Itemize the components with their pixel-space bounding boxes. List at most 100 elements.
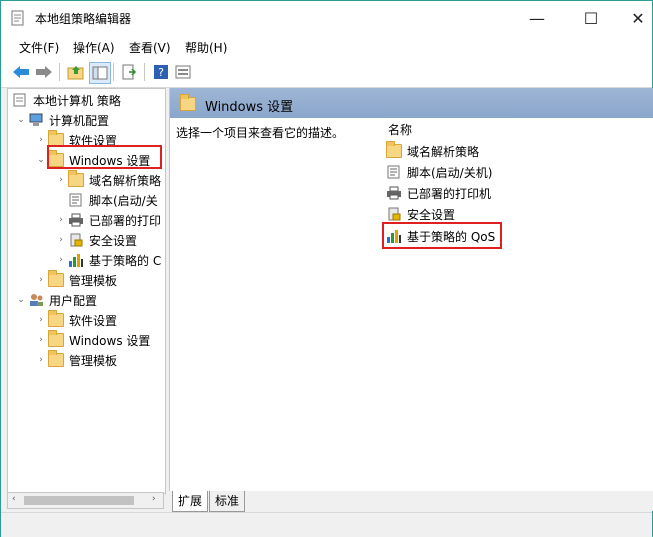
properties-icon	[175, 65, 191, 79]
toolbar: ?	[1, 57, 652, 88]
expand-arrow-icon[interactable]: ›	[54, 255, 68, 265]
scrollbar-thumb[interactable]	[24, 496, 134, 505]
app-window: 本地组策略编辑器 — ☐ ✕ 文件(F) 操作(A) 查看(V) 帮助(H) ?	[0, 0, 653, 537]
export-list-button[interactable]	[119, 62, 139, 82]
menu-action[interactable]: 操作(A)	[73, 39, 115, 56]
security-icon	[70, 233, 83, 247]
printer-icon	[387, 186, 401, 200]
menu-view[interactable]: 查看(V)	[129, 39, 171, 56]
show-tree-button[interactable]	[89, 62, 111, 84]
expand-arrow-icon[interactable]: ›	[34, 275, 48, 285]
collapse-arrow-icon[interactable]: ⌄	[14, 295, 28, 305]
tree-item-printers[interactable]: › 已部署的打印	[54, 210, 161, 230]
highlight-box-windows-settings	[47, 145, 162, 169]
users-icon	[30, 294, 43, 306]
tree-label-qos: 基于策略的 C	[89, 253, 162, 268]
list-label: 安全设置	[407, 207, 456, 222]
expand-arrow-icon[interactable]: ›	[34, 315, 48, 325]
list-label: 脚本(启动/关机)	[407, 165, 493, 180]
console-tree: 本地计算机 策略 ⌄ 计算机配置 › 软件设置 ⌄ Windows 设置 › 域…	[7, 88, 166, 494]
list-item-dns-policy[interactable]: 域名解析策略	[386, 141, 479, 161]
folder-icon	[48, 330, 64, 347]
collapse-arrow-icon[interactable]: ⌄	[14, 115, 28, 125]
expand-arrow-icon[interactable]: ›	[54, 235, 68, 245]
svg-text:?: ?	[158, 66, 164, 79]
toolbar-separator	[113, 63, 114, 81]
console-tree-icon	[92, 66, 108, 80]
tree-label-user-windows: Windows 设置	[69, 333, 151, 348]
properties-button[interactable]	[173, 62, 193, 82]
tree-item-user-software[interactable]: › 软件设置	[34, 310, 117, 330]
expand-arrow-icon[interactable]: ›	[34, 135, 48, 145]
back-arrow-icon	[13, 66, 29, 78]
view-tabs: 扩展 标准	[169, 491, 653, 512]
tree-label-scripts: 脚本(启动/关	[89, 193, 158, 208]
maximize-button[interactable]: ☐	[568, 1, 614, 35]
close-button[interactable]: ✕	[615, 1, 653, 35]
details-header-title: Windows 设置	[205, 100, 294, 115]
tab-extended[interactable]: 扩展	[172, 491, 209, 512]
scroll-left-arrow-icon[interactable]: ‹	[12, 494, 16, 504]
tree-label-computer-config: 计算机配置	[49, 113, 110, 128]
help-icon: ?	[154, 65, 168, 79]
tree-label-printers: 已部署的打印	[89, 213, 162, 228]
tree-item-dns-policy[interactable]: › 域名解析策略	[54, 170, 161, 190]
folder-icon	[48, 270, 64, 287]
tree-label-user-admin: 管理模板	[69, 353, 118, 368]
tree-item-qos[interactable]: › 基于策略的 C	[54, 250, 161, 270]
toolbar-separator	[59, 63, 60, 81]
policy-editor-icon	[11, 10, 24, 26]
tree-item-scripts[interactable]: 脚本(启动/关	[68, 190, 158, 210]
tree-label-dns-policy: 域名解析策略	[89, 173, 162, 188]
up-folder-button[interactable]	[66, 62, 86, 82]
list-item-scripts[interactable]: 脚本(启动/关机)	[386, 162, 492, 182]
folder-icon	[68, 170, 84, 187]
highlight-box-qos	[382, 222, 502, 249]
column-header-name[interactable]: 名称	[388, 121, 412, 138]
policy-document-icon	[13, 93, 26, 107]
tree-item-admin-templates[interactable]: › 管理模板	[34, 270, 117, 290]
tree-item-user-admin[interactable]: › 管理模板	[34, 350, 117, 370]
toolbar-separator	[144, 63, 145, 81]
tree-item-user-windows[interactable]: › Windows 设置	[34, 330, 150, 350]
tree-item-security[interactable]: › 安全设置	[54, 230, 137, 250]
expand-arrow-icon[interactable]: ›	[34, 335, 48, 345]
scroll-right-arrow-icon[interactable]: ›	[152, 494, 156, 504]
menu-help[interactable]: 帮助(H)	[185, 39, 227, 56]
tree-item-root[interactable]: 本地计算机 策略	[12, 90, 121, 110]
menu-file[interactable]: 文件(F)	[19, 39, 59, 56]
title-bar: 本地组策略编辑器 — ☐ ✕	[1, 1, 652, 35]
expand-arrow-icon[interactable]: ›	[34, 355, 48, 365]
tree-label-user-config: 用户配置	[49, 293, 98, 308]
script-icon	[69, 193, 82, 207]
back-button[interactable]	[11, 62, 31, 82]
minimize-button[interactable]: —	[514, 1, 560, 35]
expand-arrow-icon[interactable]: ›	[54, 215, 68, 225]
list-item-security[interactable]: 安全设置	[386, 204, 455, 224]
forward-button[interactable]	[34, 62, 54, 82]
list-item-printers[interactable]: 已部署的打印机	[386, 183, 491, 203]
security-icon	[388, 207, 401, 221]
list-label: 域名解析策略	[407, 144, 480, 159]
status-bar	[1, 512, 652, 537]
list-label: 已部署的打印机	[407, 186, 492, 201]
folder-icon	[48, 310, 64, 327]
expand-arrow-icon[interactable]: ›	[54, 175, 68, 185]
description-text: 选择一个项目来查看它的描述。	[176, 126, 345, 140]
window-title: 本地组策略编辑器	[35, 12, 132, 26]
export-icon	[122, 64, 137, 80]
menu-bar: 文件(F) 操作(A) 查看(V) 帮助(H)	[1, 35, 652, 57]
tree-label-admin-templates: 管理模板	[69, 273, 118, 288]
computer-icon	[29, 113, 43, 126]
tree-label-root: 本地计算机 策略	[33, 93, 121, 108]
tree-horizontal-scrollbar[interactable]: ‹ ›	[7, 492, 164, 509]
tab-standard[interactable]: 标准	[209, 491, 246, 512]
tree-item-computer-config[interactable]: ⌄ 计算机配置	[14, 110, 109, 130]
tree-item-user-config[interactable]: ⌄ 用户配置	[14, 290, 97, 310]
forward-arrow-icon	[36, 66, 52, 78]
help-button[interactable]: ?	[151, 62, 171, 82]
folder-icon	[180, 94, 196, 111]
up-folder-icon	[67, 66, 84, 80]
qos-chart-icon	[69, 254, 83, 267]
collapse-arrow-icon[interactable]: ⌄	[34, 155, 48, 165]
